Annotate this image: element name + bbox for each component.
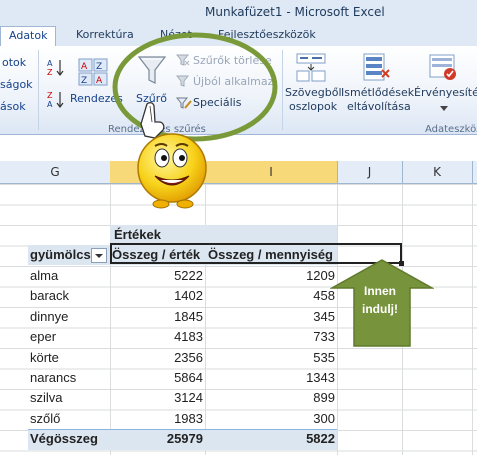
pivot-row-value-1[interactable]: 2356	[110, 348, 203, 368]
pivot-row-label[interactable]: szilva	[30, 388, 63, 408]
smiley-emoticon	[137, 102, 207, 209]
pivot-row-value-1[interactable]: 5864	[110, 368, 203, 388]
column-header-g[interactable]: G	[0, 161, 111, 183]
pivot-row-value-1[interactable]: 1402	[110, 286, 203, 306]
svg-text:A: A	[47, 59, 53, 68]
pivot-row-value-2[interactable]: 1209	[205, 266, 335, 286]
svg-text:A: A	[47, 100, 53, 108]
callout-line-1: Innen	[364, 284, 396, 298]
svg-text:A: A	[96, 76, 103, 86]
callout-text: Innen indulj!	[350, 282, 410, 318]
column-header-j[interactable]: J	[337, 161, 403, 183]
pivot-row-label[interactable]: eper	[30, 327, 56, 347]
pivot-total-value-2[interactable]: 5822	[205, 429, 335, 449]
ribbon-separator	[282, 50, 283, 130]
pivot-row-label[interactable]: alma	[30, 266, 58, 286]
svg-text:A: A	[81, 62, 88, 72]
remove-duplicates-label-1[interactable]: Ismétlődések	[341, 86, 414, 99]
pivot-row-value-1[interactable]: 3124	[110, 388, 203, 408]
callout-line-2: indulj!	[362, 302, 398, 316]
data-tools-group-label: Adateszközök	[425, 124, 477, 135]
pivot-row-label[interactable]: körte	[30, 348, 59, 368]
pivot-row-value-2[interactable]: 1343	[205, 368, 335, 388]
partial-label-1: otok	[2, 56, 27, 69]
window-title: Munkafüzet1 - Microsoft Excel	[205, 5, 385, 19]
pivot-values-header[interactable]: Értékek	[114, 225, 161, 245]
pivot-row-label[interactable]: barack	[30, 286, 69, 306]
pivot-row-value-2[interactable]: 535	[205, 348, 335, 368]
pivot-row-value-2[interactable]: 300	[205, 409, 335, 429]
remove-duplicates-label-2[interactable]: eltávolítása	[347, 100, 411, 113]
pivot-total-value-1[interactable]: 25979	[110, 429, 203, 449]
filter-dropdown-button[interactable]	[91, 248, 107, 263]
data-validation-icon[interactable]	[428, 52, 458, 85]
grid-line	[472, 184, 473, 455]
pivot-row-value-1[interactable]: 1845	[110, 307, 203, 327]
pivot-row-value-2[interactable]: 345	[205, 307, 335, 327]
pivot-row-label[interactable]: dinnye	[30, 307, 68, 327]
pivot-row-value-2[interactable]: 899	[205, 388, 335, 408]
text-to-columns-label-1[interactable]: Szövegből	[285, 86, 342, 99]
pivot-row-value-1[interactable]: 4183	[110, 327, 203, 347]
data-validation-button[interactable]: Érvényesítés	[414, 86, 477, 99]
sort-dialog-icon[interactable]: A Z Z A	[78, 58, 108, 89]
pivot-row-value-1[interactable]: 5222	[110, 266, 203, 286]
column-header-k[interactable]: K	[402, 161, 473, 183]
svg-text:Z: Z	[47, 68, 53, 76]
pivot-row-field[interactable]: gyümölcs	[30, 245, 91, 265]
column-headers: G H I J K	[0, 161, 477, 184]
svg-text:Z: Z	[81, 76, 87, 86]
partial-label-2: ságok	[0, 78, 33, 91]
text-to-columns-label-2[interactable]: oszlopok	[289, 100, 337, 113]
pivot-row-value-1[interactable]: 1983	[110, 409, 203, 429]
pivot-row-label[interactable]: narancs	[30, 368, 76, 388]
chevron-down-icon	[95, 254, 103, 258]
title-bar: Munkafüzet1 - Microsoft Excel	[0, 0, 477, 24]
ribbon-separator	[38, 50, 39, 130]
pivot-row-value-2[interactable]: 733	[205, 327, 335, 347]
pivot-row-value-2[interactable]: 458	[205, 286, 335, 306]
text-to-columns-icon[interactable]	[296, 52, 326, 85]
sort-descending-icon[interactable]: ZA	[46, 90, 64, 111]
svg-text:Z: Z	[96, 62, 102, 72]
pivot-row-label[interactable]: szőlő	[30, 409, 60, 429]
partial-label-3: ások	[0, 100, 26, 113]
column-header-i[interactable]: I	[205, 161, 338, 183]
remove-duplicates-icon[interactable]	[360, 52, 390, 85]
sort-ascending-icon[interactable]: AZ	[46, 58, 64, 79]
chevron-down-icon[interactable]	[440, 102, 448, 115]
svg-text:Z: Z	[47, 91, 53, 100]
pivot-total-label[interactable]: Végösszeg	[30, 429, 98, 449]
